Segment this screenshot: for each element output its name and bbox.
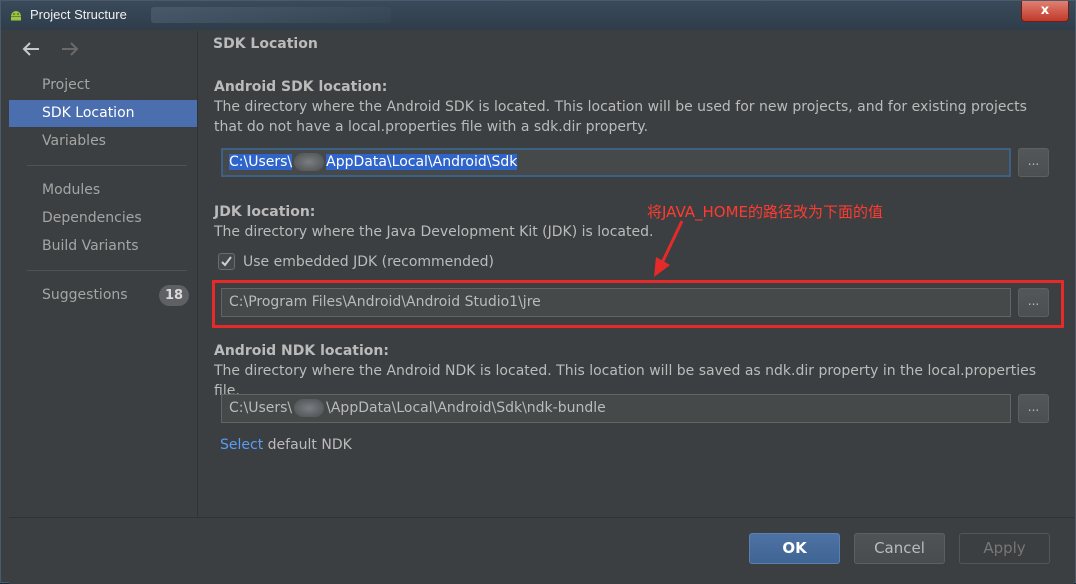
sidebar-divider: [27, 165, 187, 166]
jdk-description: The directory where the Java Development…: [214, 224, 654, 240]
sdk-path-prefix: C:\Users\: [229, 154, 293, 170]
sdk-location-panel: SDK Location Android SDK location: The d…: [198, 31, 1074, 517]
close-button[interactable]: x: [1021, 1, 1069, 22]
panel-title: SDK Location: [213, 36, 318, 52]
select-ndk-rest: default NDK: [263, 437, 352, 453]
sidebar-item-suggestions[interactable]: Suggestions 18: [9, 282, 197, 309]
sidebar-item-dependencies[interactable]: Dependencies: [9, 205, 197, 232]
checkmark-icon: [221, 256, 232, 267]
blurred-title-region: [151, 7, 391, 23]
sidebar-item-modules[interactable]: Modules: [9, 177, 197, 204]
sidebar-divider: [27, 270, 187, 271]
use-embedded-jdk-checkbox[interactable]: [218, 253, 235, 270]
sidebar-item-sdk-location[interactable]: SDK Location: [9, 100, 197, 127]
redacted-username: [294, 399, 325, 417]
cancel-button[interactable]: Cancel: [854, 533, 945, 564]
sidebar-item-label: Modules: [42, 182, 101, 198]
sdk-browse-button[interactable]: ...: [1018, 148, 1049, 177]
redacted-username: [294, 153, 325, 171]
sidebar-item-label: Dependencies: [42, 210, 142, 226]
sidebar-item-project[interactable]: Project: [9, 72, 197, 99]
android-studio-icon: [11, 11, 21, 21]
title-bar[interactable]: Project Structure x: [1, 1, 1075, 30]
window-title: Project Structure: [30, 7, 127, 22]
select-default-ndk-row: Select default NDK: [220, 437, 352, 453]
android-sdk-description: The directory where the Android SDK is l…: [214, 99, 1027, 135]
android-sdk-path-field[interactable]: C:\Users\ AppData\Local\Android\Sdk: [221, 148, 1011, 177]
sidebar: Project SDK Location Variables Modules D…: [9, 31, 198, 517]
annotation-highlight-box: [212, 280, 1064, 328]
sidebar-item-label: Build Variants: [42, 238, 139, 254]
android-ndk-label: Android NDK location:: [214, 343, 389, 359]
sidebar-item-label: Variables: [42, 133, 106, 149]
dialog-footer: OK Cancel Apply: [9, 517, 1074, 584]
suggestions-count-badge: 18: [159, 285, 189, 306]
forward-arrow-icon[interactable]: [58, 39, 82, 59]
sdk-path-suffix: AppData\Local\Android\Sdk: [326, 154, 518, 170]
sidebar-item-build-variants[interactable]: Build Variants: [9, 233, 197, 260]
ok-button[interactable]: OK: [749, 533, 840, 564]
sidebar-item-label: SDK Location: [42, 105, 135, 121]
annotation-arrow-icon: [654, 220, 684, 277]
nav-arrows: [19, 39, 92, 59]
ndk-path-prefix: C:\Users\: [229, 400, 293, 416]
sidebar-item-label: Suggestions: [42, 287, 128, 303]
back-arrow-icon[interactable]: [19, 39, 43, 59]
android-ndk-path-field[interactable]: C:\Users\ \AppData\Local\Android\Sdk\ndk-…: [221, 394, 1011, 423]
apply-button[interactable]: Apply: [959, 533, 1050, 564]
project-structure-window: Project Structure x Project SDK Location…: [0, 0, 1076, 584]
select-ndk-link[interactable]: Select: [220, 437, 263, 453]
ndk-browse-button[interactable]: ...: [1018, 394, 1049, 423]
ndk-path-suffix: \AppData\Local\Android\Sdk\ndk-bundle: [326, 400, 606, 416]
sidebar-item-variables[interactable]: Variables: [9, 128, 197, 155]
use-embedded-jdk-label[interactable]: Use embedded JDK (recommended): [243, 254, 494, 270]
jdk-location-label: JDK location:: [214, 204, 316, 220]
android-sdk-label: Android SDK location:: [214, 79, 388, 95]
sidebar-item-label: Project: [42, 77, 90, 93]
